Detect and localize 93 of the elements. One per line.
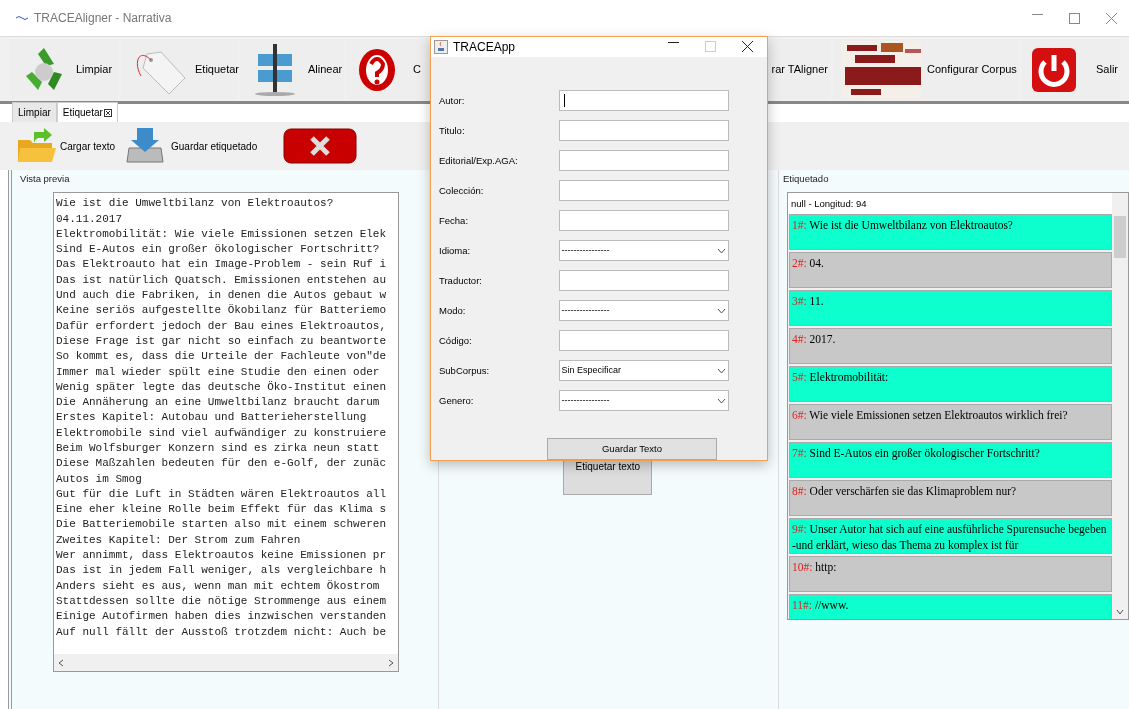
segment-row[interactable]: 2#: 04. — [789, 252, 1112, 289]
text-area[interactable] — [53, 192, 399, 673]
close-icon — [742, 41, 753, 53]
power-icon — [1030, 45, 1078, 94]
segment-row[interactable]: 10#: http: — [789, 556, 1112, 593]
chevron-down-icon — [717, 367, 726, 374]
text-line: Keine seriös aufgestellte Ökobilanz für Batteriemo — [56, 303, 388, 319]
scroll-left-icon — [58, 658, 64, 667]
text-line: Die Annäherung an eine Umweltbilanz braucht darum — [56, 395, 381, 411]
segment-row[interactable]: 6#: Wie viele Emissionen setzen Elektroautos wirklich frei? — [789, 404, 1112, 441]
chevron-down-icon — [717, 397, 726, 404]
text-line: Stattdessen sollte die nötige Strommenge aus einem — [56, 593, 388, 609]
segment-row[interactable]: 9#: Unser Autor hat sich auf eine ausführliche Spurensuche begeben -und erklärt, wieso das Thema zu komplex ist für — [789, 518, 1112, 555]
action-button[interactable]: Guardar etiquetado — [123, 126, 258, 166]
field-label: Genero: — [439, 393, 475, 408]
text-line: Wenig später legte das deutsche Öko-Institut einen — [56, 379, 388, 395]
panel-title: Etiquetado — [783, 172, 830, 186]
field-label: Titulo: — [439, 123, 466, 138]
segment-row[interactable]: 5#: Elektromobilität: — [789, 366, 1112, 403]
text-line: Autos im Smog — [56, 471, 143, 487]
segment-row[interactable]: 7#: Sind E-Autos ein großer ökologischer Fortschritt? — [789, 442, 1112, 479]
text-line: 04.11.2017 — [56, 211, 123, 227]
dialog-title: TRACEApp — [453, 38, 516, 56]
dropdown[interactable]: ---------------- — [558, 300, 729, 322]
maximize-icon — [705, 41, 716, 53]
input-field[interactable] — [558, 270, 729, 292]
minimize-icon — [1032, 12, 1043, 16]
close-icon — [1106, 12, 1117, 24]
text-line: Diese Maßzahlen bedeuten für den e-Golf, der zunäc — [56, 456, 388, 472]
text-line: Das ist in jedem Fall weniger, als vergleichbare h — [56, 563, 388, 579]
text-line: Anders sieht es aus, wenn man mit echtem Ökostrom — [56, 578, 381, 594]
maximize-icon — [1069, 12, 1080, 24]
minimize-icon — [668, 41, 679, 45]
text-line: Das ist natürlich Quatsch. Emissionen entstehen au — [56, 272, 388, 288]
field-label: Colección: — [439, 183, 485, 198]
input-field[interactable] — [558, 90, 729, 112]
input-field[interactable] — [558, 210, 729, 232]
chevron-down-icon — [717, 247, 726, 254]
text-line: Sind E-Autos ein großer ökologischer Fortschritt? — [56, 242, 381, 258]
text-line: Erstes Kapitel: Autobau und Batterieherstellung — [56, 410, 368, 426]
java-cup-icon — [434, 39, 448, 54]
tab[interactable]: Etiquetar — [56, 102, 118, 122]
dropdown[interactable]: ---------------- — [558, 240, 729, 262]
field-label: Autor: — [439, 93, 466, 108]
panel-title: Vista previa — [20, 172, 71, 186]
text-line: Immer mal wieder spült eine Studie den einen oder — [56, 364, 381, 380]
text-line: Beim Wolfsburger Konzern sind es zirka neun statt — [56, 441, 381, 456]
input-field[interactable] — [558, 330, 729, 352]
input-field[interactable] — [558, 150, 729, 172]
save-text-button[interactable]: Guardar Texto — [547, 437, 717, 460]
segment-row[interactable]: 4#: 2017. — [789, 328, 1112, 365]
list-header: null - Longitud: 94 — [788, 193, 1112, 215]
tab[interactable]: Limpiar — [12, 102, 57, 122]
field-label: SubCorpus: — [439, 363, 491, 378]
chevron-down-icon — [717, 307, 726, 314]
app-logo-icon — [16, 15, 28, 21]
text-line: Wer annimmt, dass Elektroautos keine Emissionen pr — [56, 548, 388, 564]
segment-row[interactable]: 3#: 11. — [789, 290, 1112, 327]
field-label: Código: — [439, 333, 473, 348]
field-label: Editorial/Exp.AGA: — [439, 153, 519, 168]
scroll-right-icon — [388, 658, 394, 667]
text-line: Zweites Kapitel: Der Strom zum Fahren — [56, 532, 302, 548]
text-line: Elektromobile sind viel aufwändiger zu konstruiere — [56, 425, 388, 441]
field-label: Idioma: — [439, 243, 472, 258]
scroll-down-icon — [1116, 609, 1124, 616]
text-line: Eine eher kleine Rolle beim Effekt für das Klima s — [56, 502, 388, 518]
segment-row[interactable]: 1#: Wie ist die Umweltbilanz von Elektroautos? — [789, 214, 1112, 251]
dropdown[interactable]: ---------------- — [558, 390, 729, 412]
text-line: Die Batteriemobile starten also mit einem schweren — [56, 517, 388, 533]
field-label: Modo: — [439, 303, 467, 318]
text-line: Und auch die Fabriken, in denen die Autos gebaut w — [56, 288, 388, 304]
action-button[interactable]: Cargar texto — [16, 128, 116, 164]
text-line: Auf null fällt der Ausstoß trotzdem nicht: Auch be — [56, 624, 388, 640]
text-line: Elektromobilität: Wie viele Emissionen setzen Elek — [56, 226, 388, 242]
folder-icon — [16, 128, 56, 164]
text-line: Das Elektroauto hat ein Image-Problem - sein Ruf i — [56, 257, 388, 273]
segment-row[interactable]: 11#: //www. — [789, 594, 1112, 620]
scrollbar-thumb[interactable] — [1114, 216, 1126, 259]
dropdown[interactable]: Sin Especificar — [558, 360, 729, 382]
delete-button[interactable] — [283, 128, 358, 164]
delete-icon — [283, 128, 358, 164]
window-title: TRACEAligner - Narrativa — [34, 10, 172, 27]
field-label: Fecha: — [439, 213, 470, 228]
text-line: So kommt es, dass die Urteile der Fachleute von"de — [56, 349, 388, 365]
text-line: Wie ist die Umweltbilanz von Elektroautos? — [56, 196, 335, 212]
text-line: Gut für die Luft in Städten wären Elektroautos all — [56, 486, 388, 502]
input-field[interactable] — [558, 180, 729, 202]
text-line: Diese Frage ist gar nicht so einfach zu beantworte — [56, 333, 388, 349]
input-field[interactable] — [558, 120, 729, 142]
text-line: Dafür erfordert jedoch der Bau eines Elektroautos, — [56, 318, 388, 334]
field-label: Traductor: — [439, 273, 483, 288]
segment-row[interactable]: 8#: Oder verschärfen sie das Klimaproblem nur? — [789, 480, 1112, 517]
text-line: Einige Autofirmen haben dies inzwischen verstanden — [56, 609, 388, 625]
